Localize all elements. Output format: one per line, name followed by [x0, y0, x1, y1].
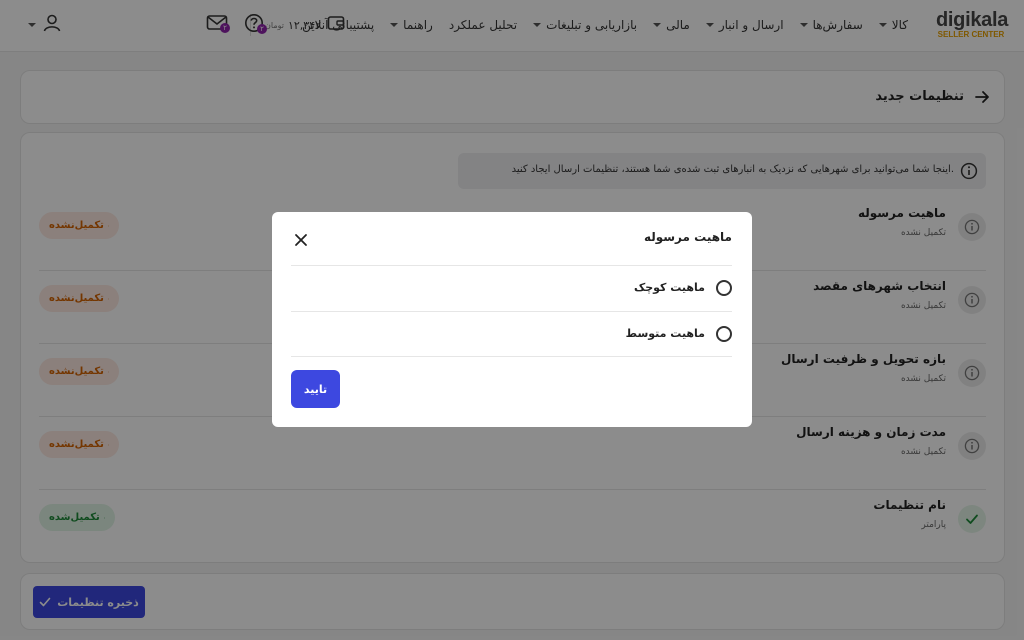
confirm-button[interactable]: تایید [291, 370, 340, 408]
close-icon[interactable] [294, 232, 308, 246]
radio-label: ماهیت کوچک [633, 281, 705, 294]
modal-title: ماهیت مرسوله [643, 230, 732, 244]
shipment-type-modal: ماهیت مرسوله ماهیت کوچک ماهیت متوسط تایی… [272, 212, 752, 427]
radio-button[interactable] [716, 326, 732, 342]
radio-label: ماهیت متوسط [625, 327, 705, 340]
radio-option[interactable]: ماهیت متوسط [291, 311, 732, 357]
radio-button[interactable] [716, 280, 732, 296]
radio-option[interactable]: ماهیت کوچک [291, 265, 732, 311]
